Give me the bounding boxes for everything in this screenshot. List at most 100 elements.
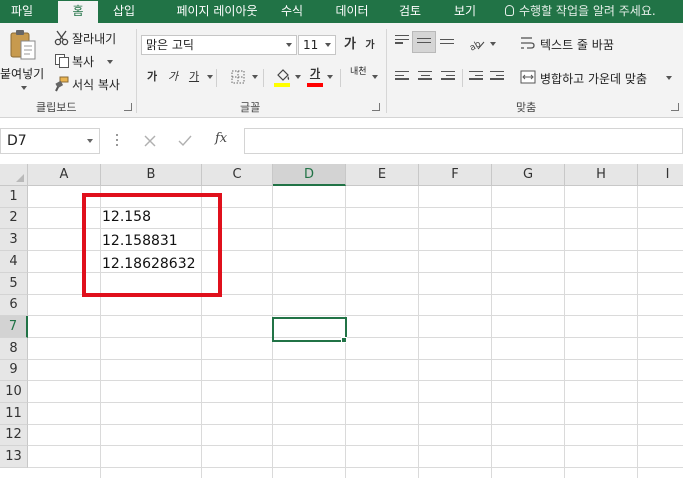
row-header-7[interactable]: 7 <box>0 316 28 338</box>
chevron-down-icon[interactable] <box>372 75 378 79</box>
align-top-icon[interactable] <box>395 35 409 47</box>
shrink-font-button[interactable]: 가 <box>360 36 380 56</box>
align-bottom-icon[interactable] <box>440 39 454 51</box>
name-box[interactable]: D7 <box>0 128 100 154</box>
wrap-text-button[interactable]: 텍스트 줄 바꿈 <box>520 35 640 53</box>
scissors-icon <box>54 30 69 46</box>
clipboard-launcher-icon[interactable] <box>124 103 132 111</box>
tab-formulas[interactable]: 수식 <box>272 0 312 23</box>
chevron-down-icon[interactable] <box>87 139 93 143</box>
paste-label: 붙여넣기 <box>0 67 45 81</box>
tell-me-text: 수행할 작업을 알려 주세요. <box>519 4 656 18</box>
tab-file[interactable]: 파일 <box>0 0 44 23</box>
column-header-B[interactable]: B <box>101 164 202 186</box>
row-header-2[interactable]: 2 <box>0 208 28 229</box>
chevron-down-icon <box>286 43 292 47</box>
tell-me-box[interactable]: 수행할 작업을 알려 주세요. <box>505 0 656 23</box>
font-size-select[interactable]: 11 <box>298 35 336 55</box>
column-header-G[interactable]: G <box>492 164 565 186</box>
phonetic-button[interactable]: 내천 <box>350 68 370 77</box>
paste-button[interactable]: 붙여넣기 <box>0 29 44 91</box>
tab-insert[interactable]: 삽입 <box>102 0 146 23</box>
divider <box>462 69 463 87</box>
font-color-button[interactable]: 가 <box>305 64 325 84</box>
row-header-1[interactable]: 1 <box>0 186 28 208</box>
align-left-icon[interactable] <box>395 71 409 83</box>
chevron-down-icon[interactable] <box>490 42 496 46</box>
cut-button[interactable]: 잘라내기 <box>54 29 124 47</box>
tab-view[interactable]: 보기 <box>443 0 487 23</box>
merge-cells-icon <box>520 70 536 84</box>
orientation-icon[interactable]: ab <box>468 37 486 51</box>
increase-indent-icon[interactable] <box>490 71 504 83</box>
column-header-F[interactable]: F <box>419 164 492 186</box>
gridline-horizontal <box>28 445 683 446</box>
row-header-8[interactable]: 8 <box>0 338 28 360</box>
row-header-9[interactable]: 9 <box>0 360 28 381</box>
cancel-icon[interactable] <box>144 135 156 147</box>
grow-font-button[interactable]: 가 <box>340 35 360 55</box>
chevron-down-icon[interactable] <box>207 75 213 79</box>
tab-home[interactable]: 홈 <box>58 1 98 23</box>
chevron-down-icon <box>666 76 672 80</box>
decrease-indent-icon[interactable] <box>469 71 483 83</box>
alignment-group-label: 맞춤 <box>516 101 537 114</box>
font-launcher-icon[interactable] <box>372 103 380 111</box>
column-header-C[interactable]: C <box>202 164 273 186</box>
tab-data[interactable]: 데이터 <box>326 0 378 23</box>
chevron-down-icon[interactable] <box>252 75 258 79</box>
row-header-3[interactable]: 3 <box>0 229 28 251</box>
gridline-horizontal <box>28 337 683 338</box>
row-header-12[interactable]: 12 <box>0 425 28 446</box>
bold-button[interactable]: 가 <box>142 67 162 87</box>
enter-check-icon[interactable] <box>178 135 192 147</box>
gridline-horizontal <box>28 467 683 468</box>
align-center-icon[interactable] <box>418 71 432 83</box>
tab-review[interactable]: 검토 <box>388 0 432 23</box>
gridline-vertical <box>418 186 419 478</box>
paintbrush-icon <box>55 76 69 92</box>
grip-icon[interactable] <box>116 134 118 148</box>
italic-button[interactable]: 가 <box>163 67 183 87</box>
merge-center-button[interactable]: 병합하고 가운데 맞춤 <box>520 69 680 87</box>
ribbon-tab-bar: 파일 홈 삽입 페이지 레이아웃 수식 데이터 검토 보기 수행할 작업을 알려… <box>0 0 683 23</box>
underline-button[interactable]: 가 <box>184 67 204 87</box>
align-middle-button[interactable] <box>412 31 436 53</box>
borders-icon[interactable] <box>231 70 245 84</box>
chevron-down-icon[interactable] <box>295 75 301 79</box>
row-header-5[interactable]: 5 <box>0 273 28 295</box>
alignment-launcher-icon[interactable] <box>671 103 679 111</box>
select-all-button[interactable] <box>0 164 28 186</box>
row-header-6[interactable]: 6 <box>0 295 28 316</box>
format-painter-button[interactable]: 서식 복사 <box>54 75 130 93</box>
column-header-A[interactable]: A <box>28 164 101 186</box>
insert-function-button[interactable]: fx <box>215 131 227 146</box>
tab-page-layout[interactable]: 페이지 레이아웃 <box>152 0 282 23</box>
column-header-H[interactable]: H <box>565 164 638 186</box>
fill-bucket-icon[interactable] <box>275 68 291 82</box>
clipboard-icon <box>10 30 36 60</box>
align-middle-icon <box>417 38 431 50</box>
gridline-horizontal <box>28 402 683 403</box>
chevron-down-icon[interactable] <box>327 75 333 79</box>
worksheet-grid: ABCDEFGHI 1 2 3 4 5 6 7 8 9 10 11 12 13 12.158 12.15… <box>0 164 683 478</box>
column-header-I[interactable]: I <box>638 164 683 186</box>
gridline-vertical <box>491 186 492 478</box>
column-header-E[interactable]: E <box>346 164 419 186</box>
row-header-11[interactable]: 11 <box>0 403 28 425</box>
row-header-10[interactable]: 10 <box>0 381 28 403</box>
copy-icon <box>55 54 69 68</box>
row-header-4[interactable]: 4 <box>0 251 28 273</box>
fill-handle[interactable] <box>341 337 347 343</box>
name-box-value: D7 <box>7 133 27 149</box>
active-cell-D7[interactable] <box>272 317 347 342</box>
chevron-down-icon <box>21 86 27 90</box>
formula-input[interactable] <box>244 128 683 154</box>
group-divider <box>386 29 387 113</box>
column-header-D[interactable]: D <box>273 164 346 186</box>
fill-color-bar <box>274 83 290 87</box>
align-right-icon[interactable] <box>441 71 455 83</box>
font-name-select[interactable]: 맑은 고딕 <box>141 35 297 55</box>
copy-button[interactable]: 복사 <box>54 52 124 70</box>
row-header-13[interactable]: 13 <box>0 446 28 468</box>
